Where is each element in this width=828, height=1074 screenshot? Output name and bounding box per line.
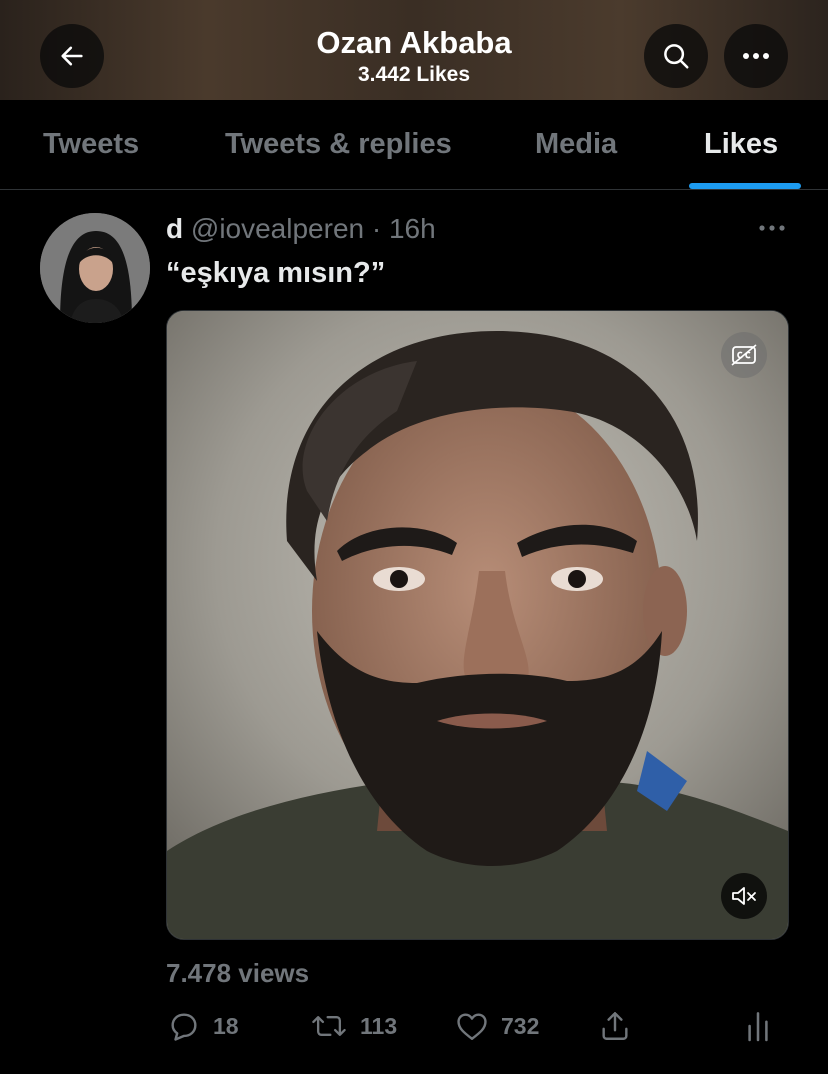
analytics-icon	[748, 1012, 768, 1042]
tweet-text: “eşkıya mısın?”	[166, 257, 386, 289]
user-handle[interactable]: @iovealperen	[191, 213, 364, 244]
retweet-count: 113	[360, 1012, 398, 1039]
like-button[interactable]: 732	[455, 1005, 539, 1047]
closed-captions-icon	[731, 344, 757, 366]
like-count: 732	[501, 1012, 540, 1039]
tab-tweets[interactable]: Tweets	[43, 126, 139, 162]
meta-separator: ·	[371, 213, 382, 244]
tab-tweets-and-replies[interactable]: Tweets & replies	[225, 126, 452, 162]
heart-icon	[457, 1013, 487, 1040]
tweet-options-button[interactable]	[752, 214, 792, 242]
profile-header: Ozan Akbaba 3.442 Likes	[0, 0, 828, 100]
display-name[interactable]: d	[166, 213, 183, 244]
mute-button[interactable]	[721, 873, 767, 919]
video-frame	[167, 311, 788, 939]
active-tab-indicator	[689, 183, 801, 189]
profile-tabs: Tweets Tweets & replies Media Likes	[0, 100, 828, 190]
tab-media[interactable]: Media	[535, 126, 617, 162]
avatar[interactable]	[40, 213, 150, 323]
tab-likes[interactable]: Likes	[704, 126, 778, 162]
more-button[interactable]	[724, 24, 788, 88]
share-button[interactable]	[598, 1005, 632, 1047]
reply-button[interactable]: 18	[167, 1005, 239, 1047]
search-button[interactable]	[644, 24, 708, 88]
share-icon	[602, 1012, 628, 1040]
reply-count: 18	[213, 1012, 239, 1039]
tweet-time[interactable]: 16h	[389, 213, 436, 244]
tweet-header: d @iovealperen · 16h	[166, 211, 436, 247]
view-count: 7.478 views	[166, 958, 310, 988]
search-icon	[664, 44, 689, 69]
tweet-video[interactable]	[166, 310, 789, 940]
more-horizontal-icon	[743, 53, 769, 59]
reply-icon	[171, 1013, 197, 1041]
volume-muted-icon	[732, 887, 756, 905]
retweet-button[interactable]: 113	[310, 1005, 397, 1047]
captions-button[interactable]	[721, 332, 767, 378]
more-horizontal-icon	[759, 225, 785, 231]
retweet-icon	[312, 1016, 346, 1036]
analytics-button[interactable]	[744, 1005, 772, 1047]
